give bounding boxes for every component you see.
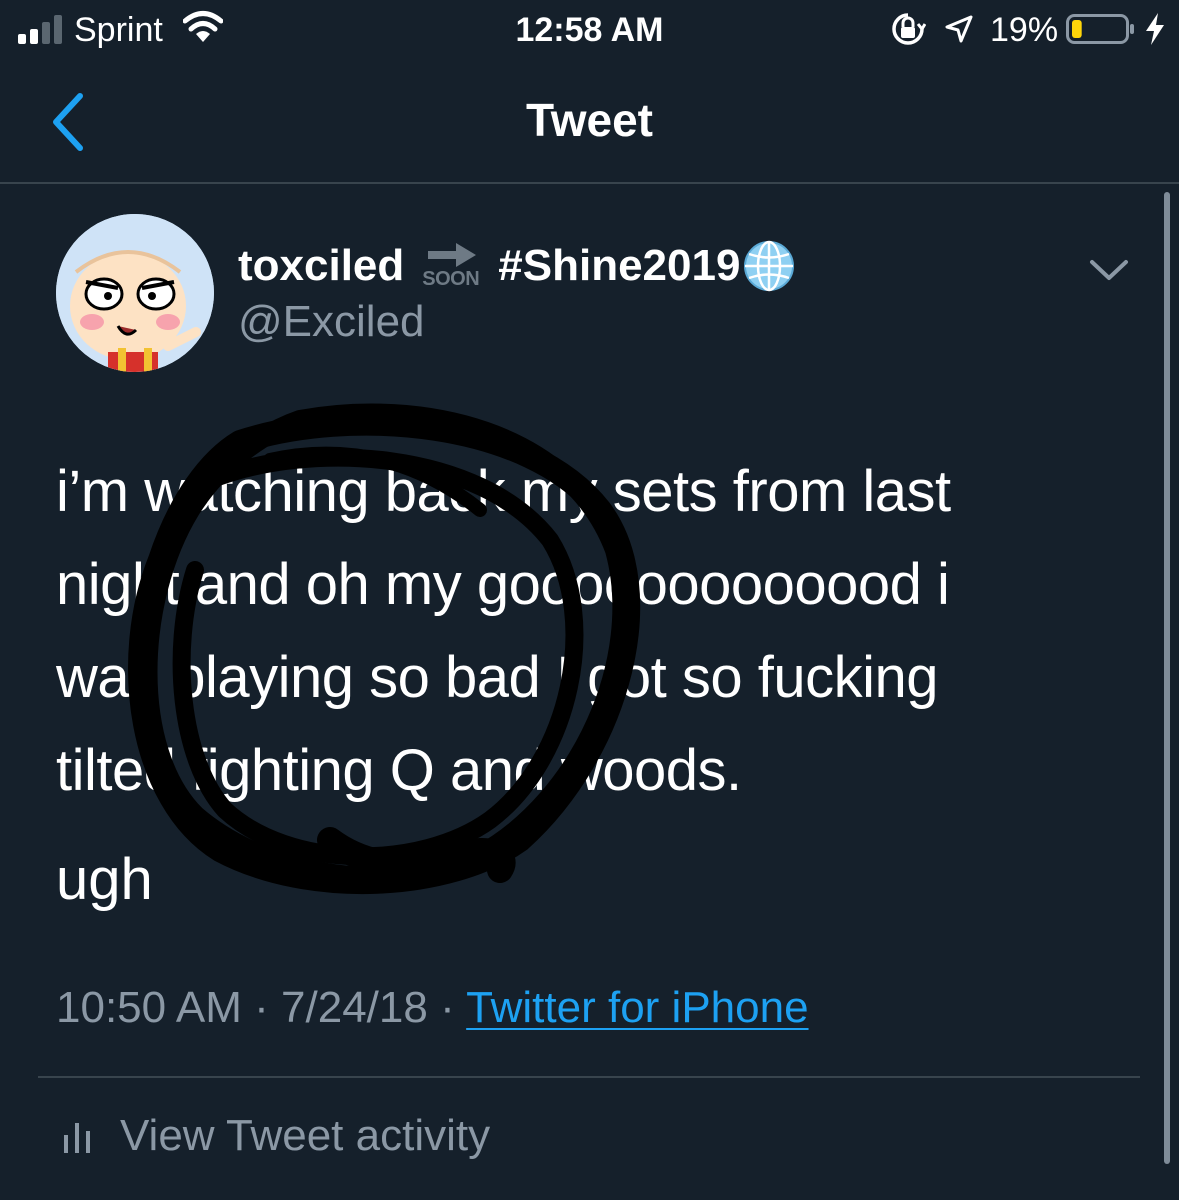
page-title: Tweet — [526, 94, 653, 146]
avatar[interactable] — [56, 214, 214, 372]
orientation-lock-icon — [892, 13, 926, 45]
navigation-bar: Tweet — [0, 62, 1179, 184]
tweet-text-line: tilted fighting Q and woods. — [56, 738, 742, 803]
arrow-right-icon — [428, 243, 477, 267]
tweet-text-line: i’m watching back my sets from last — [56, 459, 951, 524]
tweet-source-link[interactable]: Twitter for iPhone — [466, 983, 808, 1032]
globe-icon — [744, 240, 795, 292]
scrollbar[interactable] — [1164, 192, 1170, 1164]
tweet-text-last-line: ugh — [56, 847, 153, 912]
view-tweet-activity-label: View Tweet activity — [120, 1111, 491, 1160]
status-bar: Sprint 12:58 AM 19% — [0, 0, 1179, 62]
tweet-text-line: was playing so bad I got so fucking — [56, 645, 939, 710]
bar-chart-icon — [64, 1123, 90, 1153]
tweet-meta: 10:50 AM · 7/24/18 · Twitter for iPhone — [56, 978, 809, 1038]
view-tweet-activity-button[interactable]: View Tweet activity — [62, 1104, 490, 1168]
tweet-date: 7/24/18 — [281, 983, 428, 1032]
tweet-time: 10:50 AM — [56, 983, 242, 1032]
display-name: toxciled — [238, 241, 405, 290]
display-name-hashtag: #Shine2019 — [498, 241, 741, 290]
chevron-down-icon[interactable] — [1088, 252, 1130, 288]
battery-icon — [1066, 14, 1134, 44]
charging-icon — [1146, 13, 1164, 45]
author-name-row[interactable]: toxciled SOON #Shine2019 — [238, 236, 796, 296]
location-icon — [945, 15, 973, 43]
meta-separator: · — [254, 983, 269, 1032]
battery-percentage: 19% — [990, 11, 1059, 49]
soon-emoji-icon: SOON — [416, 238, 488, 294]
meta-separator: · — [440, 983, 455, 1032]
tweet-text: i’m watching back my sets from last nigh… — [56, 445, 1056, 817]
divider — [38, 1076, 1140, 1078]
author-handle[interactable]: @Exciled — [238, 296, 425, 348]
tweet-text-line: night and oh my gooooooooooood i — [56, 552, 950, 617]
avatar-image — [56, 214, 214, 372]
soon-emoji-label: SOON — [422, 268, 480, 290]
